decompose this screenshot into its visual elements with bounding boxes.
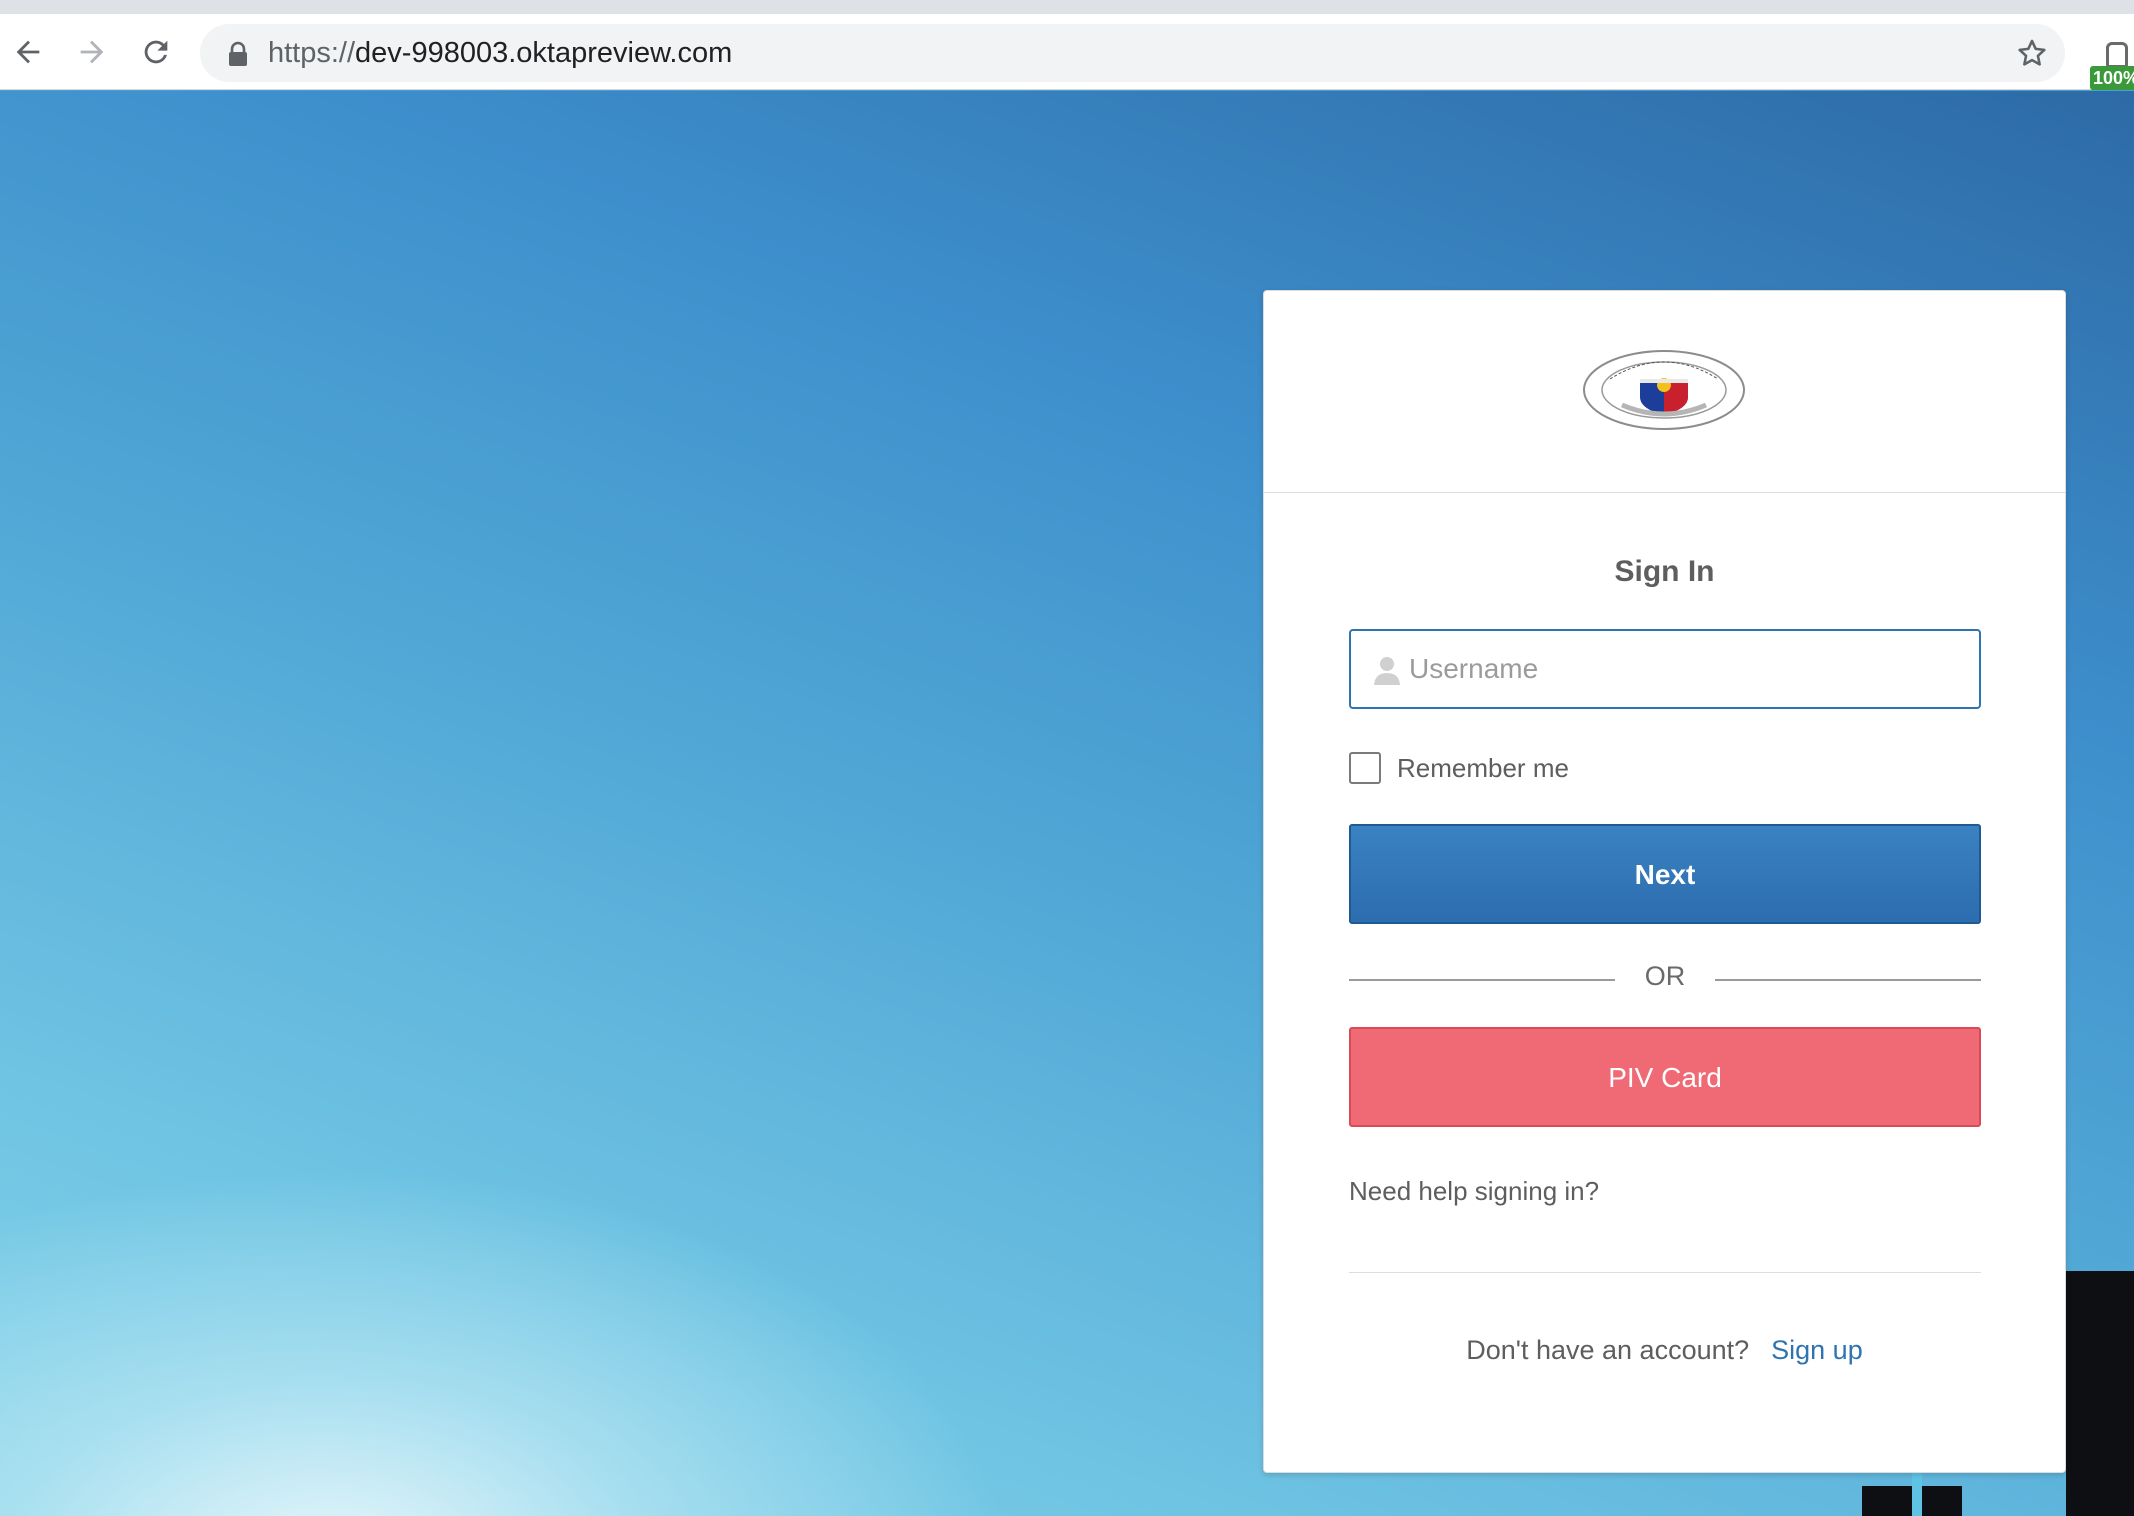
- piv-card-button[interactable]: PIV Card: [1349, 1027, 1981, 1127]
- reload-button[interactable]: [136, 32, 176, 72]
- bookmark-star-icon[interactable]: [2015, 36, 2049, 70]
- signin-card: Sign In Remember me Next OR PIV Card Nee…: [1263, 290, 2066, 1473]
- card-header: [1264, 291, 2065, 493]
- lock-icon: [229, 41, 247, 66]
- or-label: OR: [1644, 961, 1686, 991]
- url-scheme: https://: [268, 37, 356, 69]
- remember-me-label[interactable]: Remember me: [1397, 753, 1569, 784]
- signup-link[interactable]: Sign up: [1771, 1335, 1863, 1365]
- background-building-light: [1912, 1471, 1922, 1516]
- signup-row: Don't have an account? Sign up: [1264, 1335, 2065, 1366]
- back-arrow-icon: [16, 40, 40, 64]
- footer-divider: [1349, 1272, 1981, 1273]
- user-icon: [1374, 657, 1400, 685]
- help-link[interactable]: Need help signing in?: [1349, 1176, 1599, 1207]
- browser-tab-strip: [0, 0, 2134, 14]
- or-divider: OR: [1349, 959, 1981, 999]
- or-line-right: [1715, 979, 1981, 981]
- browser-toolbar: https://dev-998003.oktapreview.com 100%: [0, 14, 2134, 90]
- username-input[interactable]: [1409, 643, 1969, 695]
- remember-me-checkbox[interactable]: [1349, 752, 1381, 784]
- extension-badge: 100%: [2090, 66, 2134, 90]
- remember-me-row[interactable]: Remember me: [1349, 751, 1569, 785]
- url-host: dev-998003.oktapreview.com: [355, 37, 733, 69]
- government-seal-logo: [1583, 350, 1745, 430]
- reload-icon: [144, 40, 168, 64]
- signin-title: Sign In: [1614, 555, 1715, 588]
- address-bar[interactable]: https://dev-998003.oktapreview.com: [200, 24, 2065, 82]
- next-button[interactable]: Next: [1349, 824, 1981, 924]
- forward-arrow-icon: [80, 40, 104, 64]
- no-account-text: Don't have an account?: [1466, 1335, 1750, 1365]
- back-button[interactable]: [8, 32, 48, 72]
- extension-icon: [2106, 42, 2128, 68]
- forward-button[interactable]: [72, 32, 112, 72]
- url-text: https://dev-998003.oktapreview.com: [268, 36, 732, 70]
- username-field[interactable]: [1349, 629, 1981, 709]
- extension-button[interactable]: 100%: [2088, 36, 2134, 96]
